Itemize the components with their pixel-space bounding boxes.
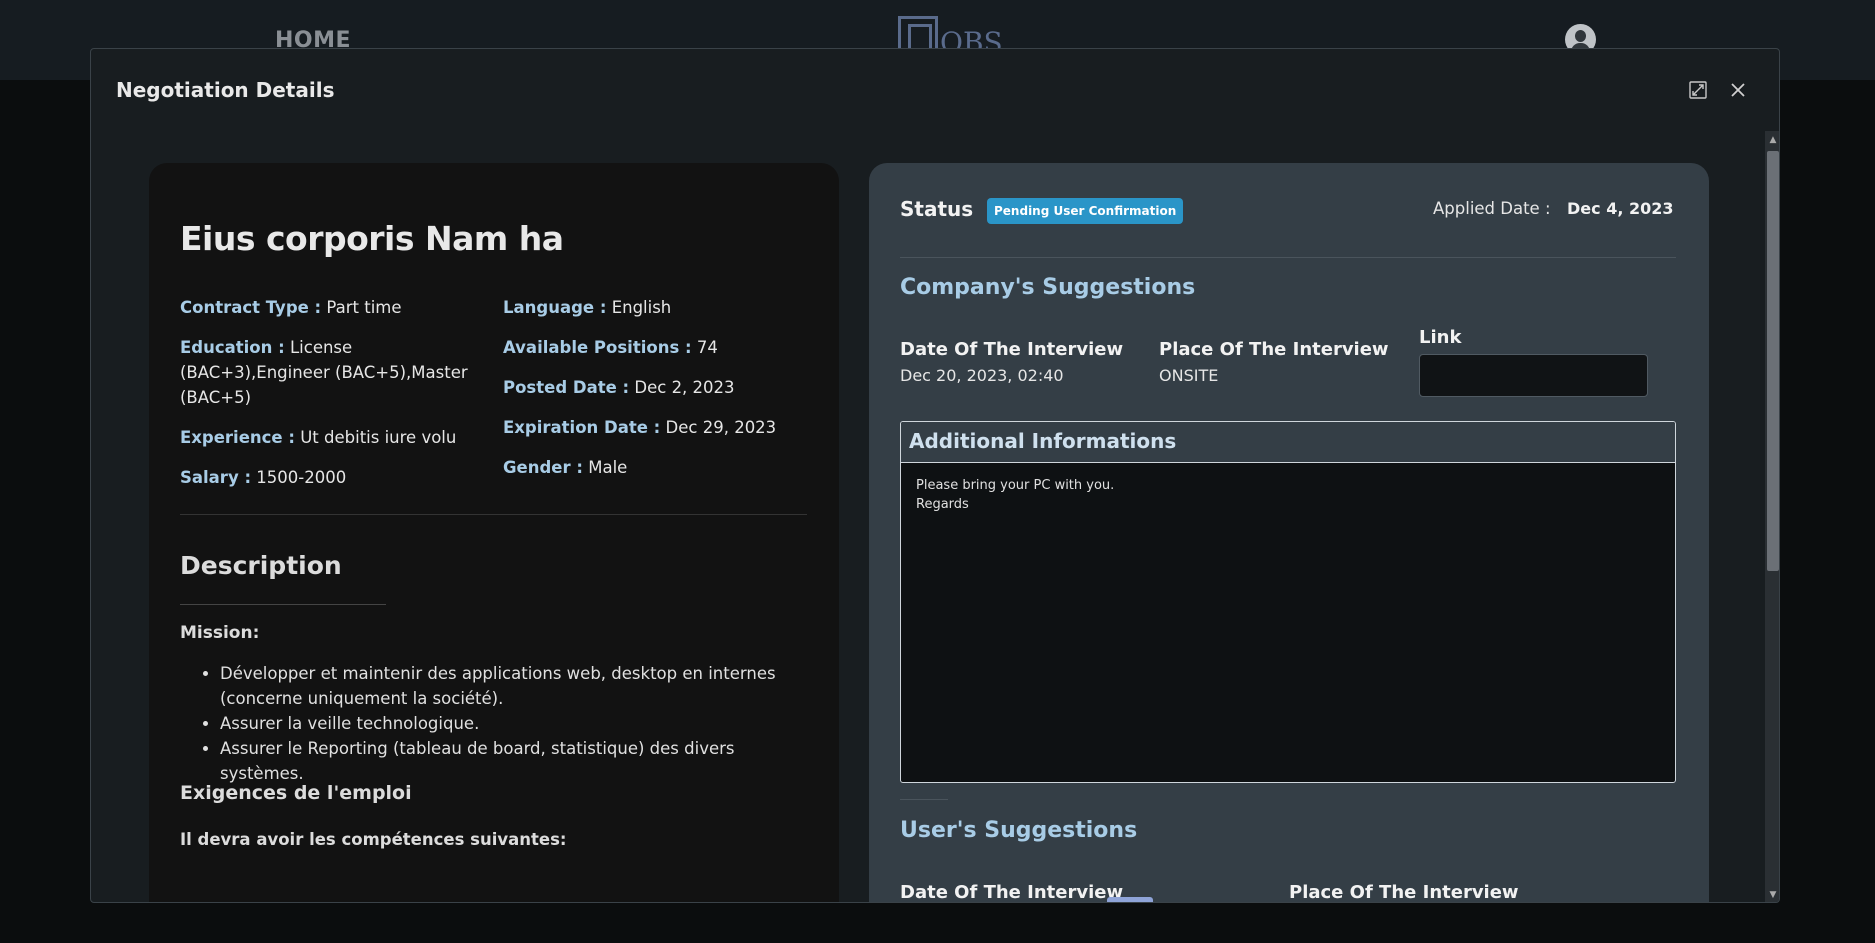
- mission-label: Mission:: [180, 623, 260, 643]
- job-title: Eius corporis Nam ha: [180, 219, 564, 258]
- additional-info-box: Additional Informations Please bring you…: [900, 421, 1676, 783]
- posted-date-value: Dec 2, 2023: [634, 378, 735, 397]
- negotiation-details-modal: Negotiation Details ▲ ▼ Eius corporis Na…: [90, 48, 1780, 903]
- salary-row: Salary : 1500-2000: [180, 465, 485, 490]
- description-underline: [180, 604, 386, 605]
- requirements-title: Exigences de l'emploi: [180, 782, 412, 804]
- applied-date-label: Applied Date :: [1433, 199, 1551, 218]
- contract-type-key: Contract Type :: [180, 298, 322, 317]
- education-row: Education : License (BAC+3),Engineer (BA…: [180, 335, 485, 410]
- positions-value: 74: [696, 338, 718, 357]
- experience-row: Experience : Ut debitis iure volu: [180, 425, 485, 450]
- link-field[interactable]: [1419, 354, 1648, 397]
- language-key: Language :: [503, 298, 607, 317]
- company-interview-date-label: Date Of The Interview: [900, 339, 1124, 360]
- job-details-card: Eius corporis Nam ha Contract Type : Par…: [149, 163, 839, 902]
- company-suggestions-title: Company's Suggestions: [900, 275, 1196, 300]
- company-interview-place-value: ONSITE: [1159, 366, 1219, 385]
- education-key: Education :: [180, 338, 285, 357]
- salary-value: 1500-2000: [256, 468, 347, 487]
- mission-list: Développer et maintenir des applications…: [220, 661, 810, 786]
- divider: [900, 257, 1676, 258]
- expand-icon[interactable]: [1687, 79, 1709, 101]
- posted-date-row: Posted Date : Dec 2, 2023: [503, 375, 823, 400]
- description-title: Description: [180, 551, 342, 580]
- company-interview-date-value: Dec 20, 2023, 02:40: [900, 366, 1064, 385]
- posted-date-key: Posted Date :: [503, 378, 630, 397]
- scroll-thumb[interactable]: [1767, 151, 1779, 571]
- job-info-column-right: Language : English Available Positions :…: [503, 295, 823, 495]
- divider: [180, 514, 807, 515]
- expiration-date-value: Dec 29, 2023: [665, 418, 777, 437]
- close-icon[interactable]: [1727, 79, 1749, 101]
- negotiation-card: Status Pending User Confirmation Applied…: [869, 163, 1709, 903]
- modal-title: Negotiation Details: [116, 78, 335, 102]
- expiration-date-row: Expiration Date : Dec 29, 2023: [503, 415, 823, 440]
- status-label: Status: [900, 197, 974, 221]
- contract-type-value: Part time: [326, 298, 402, 317]
- list-item: Assurer le Reporting (tableau de board, …: [220, 736, 810, 786]
- positions-row: Available Positions : 74: [503, 335, 823, 360]
- language-value: English: [611, 298, 672, 317]
- language-row: Language : English: [503, 295, 823, 320]
- user-suggestions-title: User's Suggestions: [900, 818, 1138, 843]
- user-interview-date-label: Date Of The Interview: [900, 882, 1124, 903]
- scroll-up-arrow-icon[interactable]: ▲: [1768, 135, 1778, 145]
- expiration-date-key: Expiration Date :: [503, 418, 661, 437]
- company-interview-place-label: Place Of The Interview: [1159, 339, 1389, 360]
- link-label: Link: [1419, 327, 1462, 348]
- modal-scrollbar[interactable]: ▲ ▼: [1765, 131, 1779, 902]
- applied-date-value: Dec 4, 2023: [1567, 199, 1674, 218]
- additional-info-title: Additional Informations: [901, 422, 1675, 463]
- salary-key: Salary :: [180, 468, 252, 487]
- gender-row: Gender : Male: [503, 455, 823, 480]
- positions-key: Available Positions :: [503, 338, 692, 357]
- gender-value: Male: [588, 458, 628, 477]
- status-badge: Pending User Confirmation: [987, 198, 1184, 224]
- contract-type-row: Contract Type : Part time: [180, 295, 485, 320]
- list-item: Développer et maintenir des applications…: [220, 661, 810, 711]
- job-info-column-left: Contract Type : Part time Education : Li…: [180, 295, 485, 505]
- divider: [900, 799, 948, 800]
- user-interview-place-label: Place Of The Interview: [1289, 882, 1519, 903]
- list-item: Assurer la veille technologique.: [220, 711, 810, 736]
- gender-key: Gender :: [503, 458, 583, 477]
- user-interview-date-input[interactable]: [1107, 897, 1153, 902]
- experience-value: Ut debitis iure volu: [300, 428, 457, 447]
- experience-key: Experience :: [180, 428, 295, 447]
- requirements-subtitle: Il devra avoir les compétences suivantes…: [180, 830, 567, 849]
- scroll-down-arrow-icon[interactable]: ▼: [1768, 890, 1778, 900]
- additional-info-text: Please bring your PC with you. Regards: [916, 478, 1115, 512]
- avatar-head: [1575, 30, 1586, 42]
